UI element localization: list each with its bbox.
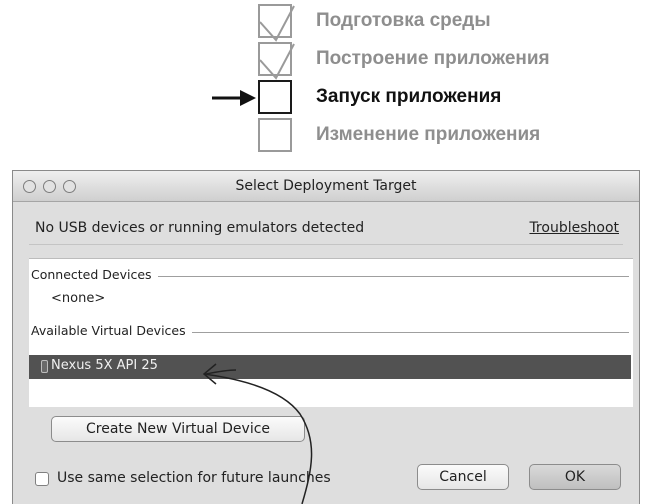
step-checkbox [258,4,295,42]
step-build-app: Построение приложения [258,42,650,80]
step-checkbox [258,80,292,114]
step-checkbox [258,118,292,152]
checkmark-icon [259,43,295,80]
step-run-app: Запуск приложения [258,80,650,118]
available-virtual-devices-header: Available Virtual Devices [31,321,629,341]
same-selection-label: Use same selection for future launches [57,470,331,486]
device-list[interactable]: Connected Devices <none> Available Virtu… [29,258,633,407]
dialog-title: Select Deployment Target [235,178,417,194]
step-label: Изменение приложения [316,124,541,145]
step-checkbox [258,42,295,80]
device-row-nexus-5x[interactable]: Nexus 5X API 25 [29,355,631,379]
step-prepare-environment: Подготовка среды [258,4,650,42]
create-virtual-device-button[interactable]: Create New Virtual Device [51,416,305,442]
troubleshoot-link[interactable]: Troubleshoot [529,220,619,236]
no-devices-message: No USB devices or running emulators dete… [35,220,365,236]
step-label: Подготовка среды [316,10,491,31]
no-connected-device-text: <none> [51,291,106,306]
cancel-button[interactable]: Cancel [417,464,509,490]
same-selection-checkbox[interactable] [35,472,49,486]
device-name: Nexus 5X API 25 [51,358,158,373]
status-bar: No USB devices or running emulators dete… [29,216,623,245]
deployment-target-dialog: Select Deployment Target No USB devices … [12,170,640,504]
phone-icon [41,360,48,373]
dialog-content: No USB devices or running emulators dete… [13,202,639,504]
step-label: Построение приложения [316,48,550,69]
step-modify-app: Изменение приложения [258,118,650,156]
checkmark-icon [259,5,295,42]
current-step-arrow-icon [212,90,256,106]
connected-devices-header: Connected Devices [31,265,629,285]
title-bar[interactable]: Select Deployment Target [13,171,639,202]
step-label: Запуск приложения [316,86,502,107]
ok-button[interactable]: OK [529,464,621,490]
